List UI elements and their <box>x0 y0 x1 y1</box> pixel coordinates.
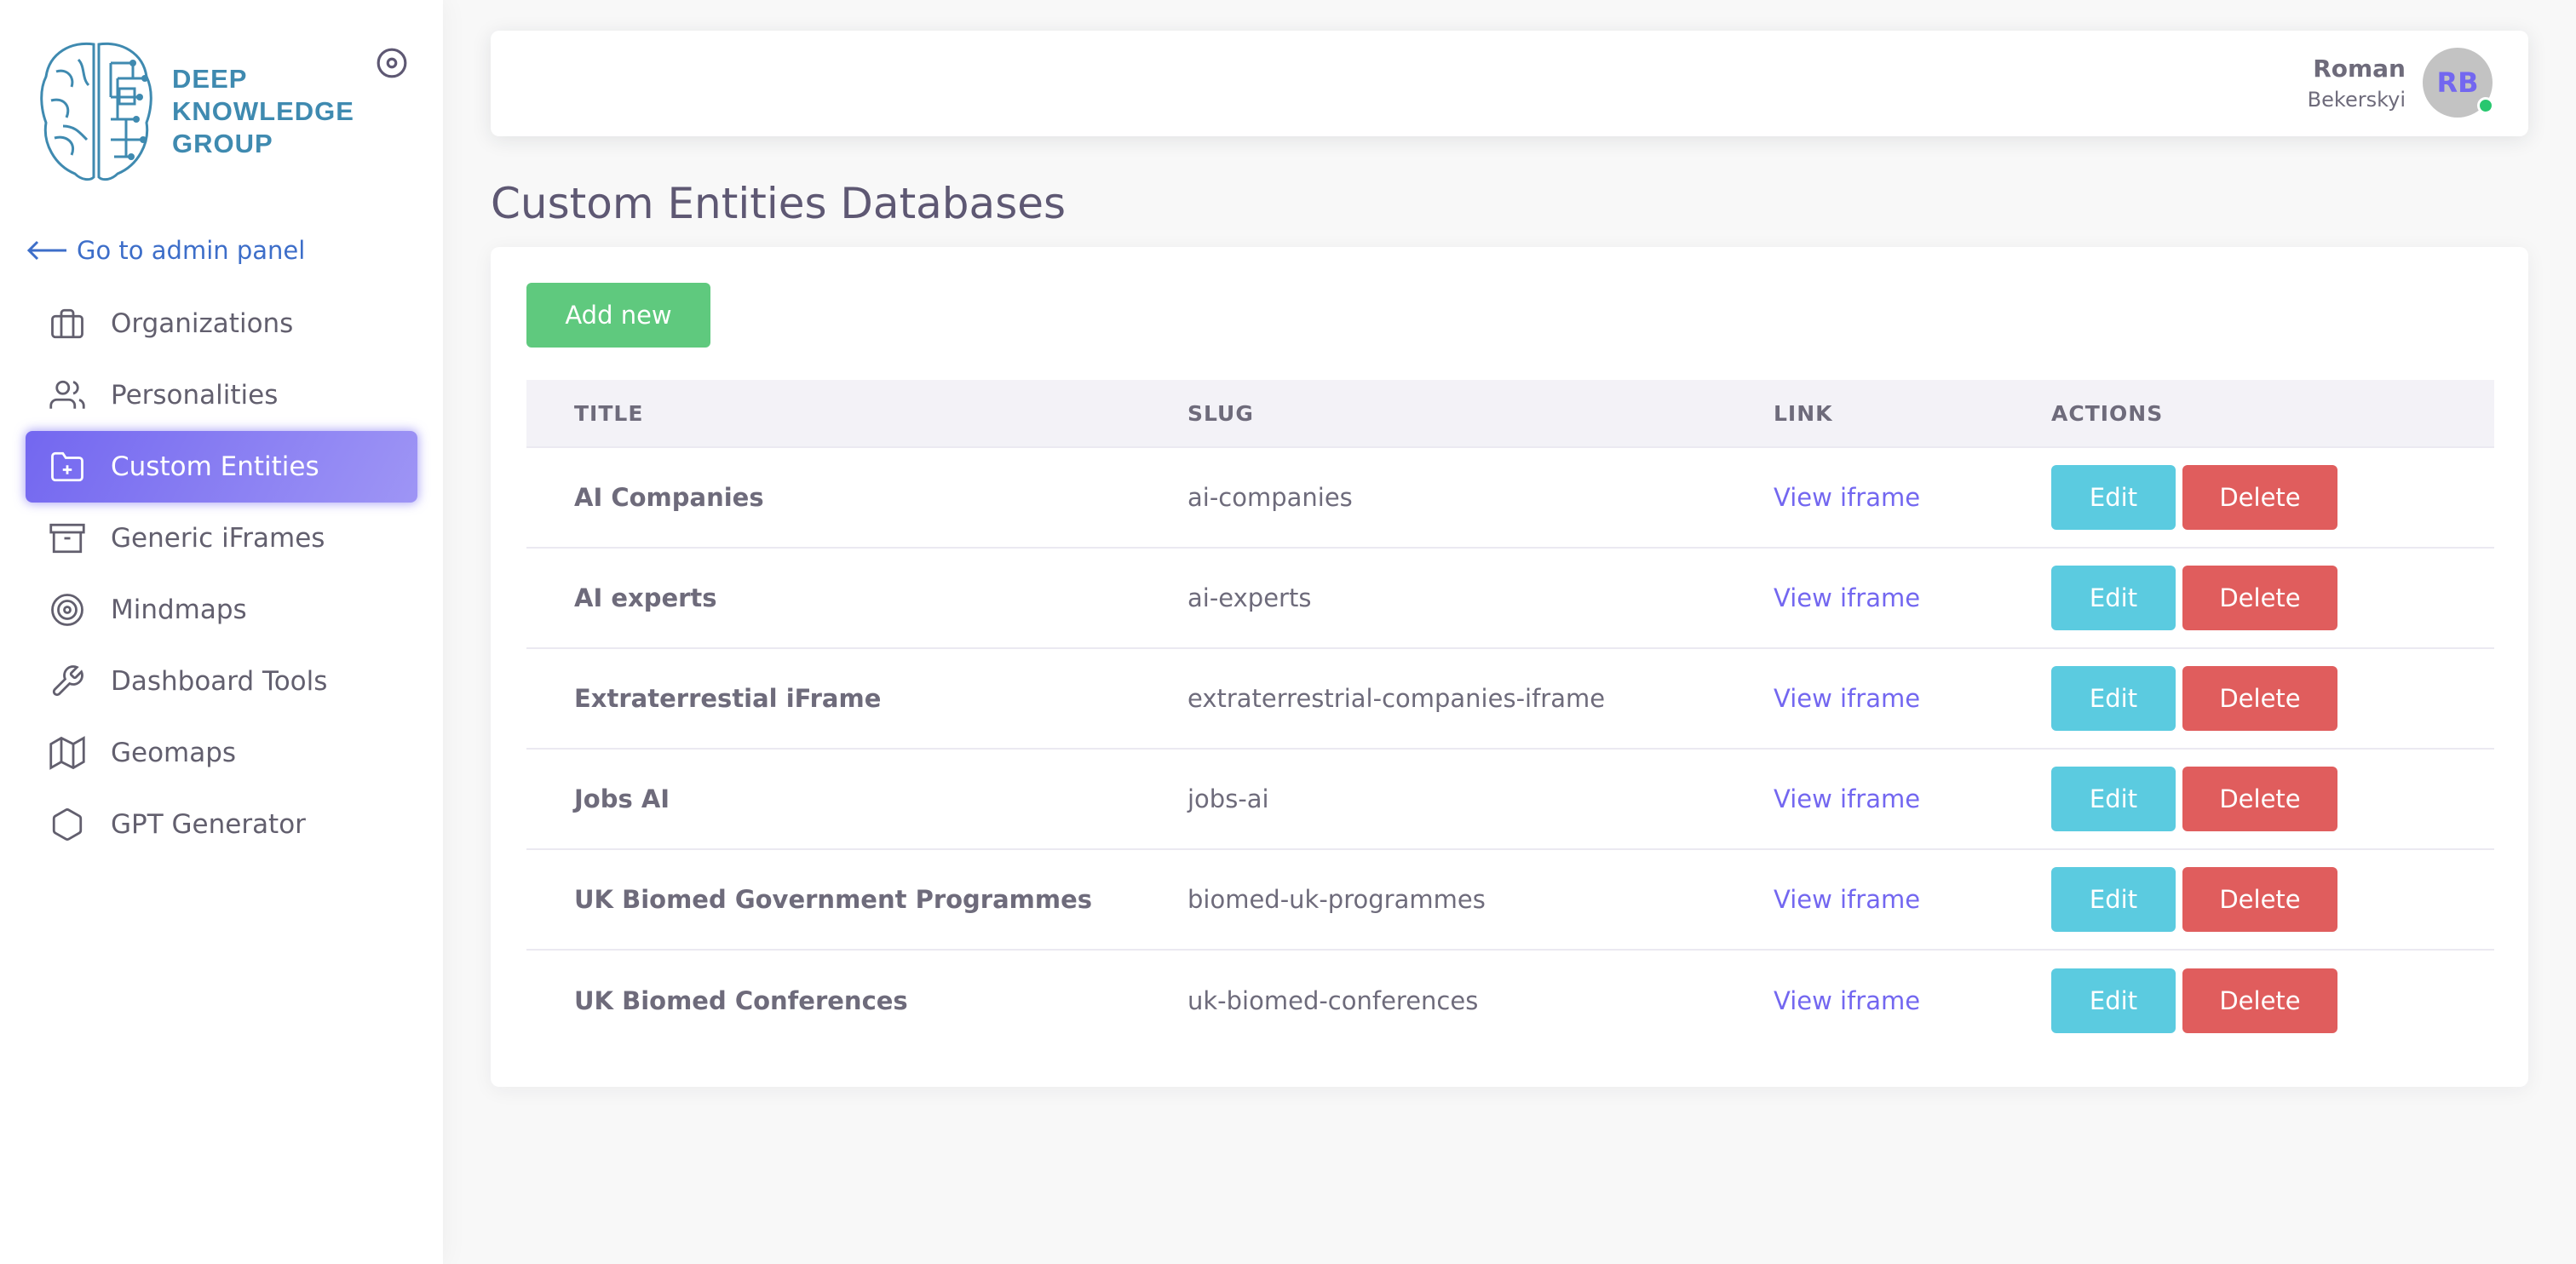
page-title: Custom Entities Databases <box>491 179 1067 228</box>
avatar-initials: RB <box>2436 66 2479 99</box>
delete-button[interactable]: Delete <box>2182 767 2337 831</box>
sidebar-item-personalities[interactable]: Personalities <box>26 359 417 431</box>
view-iframe-link[interactable]: View iframe <box>1774 583 1920 612</box>
delete-button[interactable]: Delete <box>2182 968 2337 1033</box>
edit-button[interactable]: Edit <box>2051 666 2176 731</box>
edit-button[interactable]: Edit <box>2051 867 2176 932</box>
row-slug: ai-experts <box>1187 583 1312 612</box>
arrow-left-icon <box>26 240 66 261</box>
sidebar-item-organizations[interactable]: Organizations <box>26 288 417 359</box>
users-icon <box>49 380 85 409</box>
table-row: Extraterrestial iFrame extraterrestrial-… <box>526 649 2494 750</box>
sidebar-item-label: Generic iFrames <box>111 523 325 554</box>
view-iframe-link[interactable]: View iframe <box>1774 885 1920 914</box>
avatar[interactable]: RB <box>2423 48 2494 118</box>
table-row: AI experts ai-experts View iframe Edit D… <box>526 549 2494 649</box>
brain-logo-icon <box>40 42 152 181</box>
sidebar-item-label: GPT Generator <box>111 809 306 840</box>
column-header-slug: SLUG <box>1187 400 1254 426</box>
hexagon-icon <box>52 808 83 841</box>
user-info[interactable]: Roman Bekerskyi <box>2308 53 2406 114</box>
go-to-admin-link[interactable]: Go to admin panel <box>26 232 305 269</box>
entities-table: TITLE SLUG LINK ACTIONS AI Companies ai-… <box>526 380 2494 1051</box>
admin-link-label: Go to admin panel <box>77 236 306 265</box>
target-icon <box>51 594 83 626</box>
table-row: Jobs AI jobs-ai View iframe Edit Delete <box>526 750 2494 850</box>
delete-button[interactable]: Delete <box>2182 867 2337 932</box>
brand-wordmark: DEEP KNOWLEDGE GROUP <box>172 63 354 160</box>
column-header-title: TITLE <box>574 400 644 426</box>
edit-button[interactable]: Edit <box>2051 465 2176 530</box>
table-row: AI Companies ai-companies View iframe Ed… <box>526 448 2494 549</box>
sidebar-item-label: Mindmaps <box>111 595 247 625</box>
sidebar-item-label: Custom Entities <box>111 451 319 482</box>
row-slug: jobs-ai <box>1187 784 1269 813</box>
sidebar-item-custom-entities[interactable]: Custom Entities <box>26 431 417 503</box>
sidebar-nav: Organizations Personalities Custom Entit… <box>26 288 417 860</box>
brand-logo[interactable]: DEEP KNOWLEDGE GROUP <box>37 37 361 187</box>
view-iframe-link[interactable]: View iframe <box>1774 784 1920 813</box>
sidebar-item-label: Personalities <box>111 380 279 411</box>
archive-icon <box>49 523 85 554</box>
row-title: UK Biomed Conferences <box>574 986 908 1015</box>
sidebar-item-label: Dashboard Tools <box>111 666 328 697</box>
table-header: TITLE SLUG LINK ACTIONS <box>526 380 2494 448</box>
online-status-dot <box>2477 97 2494 114</box>
tool-icon <box>52 665 83 697</box>
sidebar-item-gpt-generator[interactable]: GPT Generator <box>26 789 417 860</box>
table-row: UK Biomed Conferences uk-biomed-conferen… <box>526 951 2494 1051</box>
entities-card: Add new TITLE SLUG LINK ACTIONS AI Compa… <box>491 247 2528 1087</box>
add-new-button[interactable]: Add new <box>526 283 710 348</box>
brand-line: DEEP <box>172 64 248 94</box>
map-icon <box>49 736 85 770</box>
brand-line: GROUP <box>172 129 273 158</box>
brand-line: KNOWLEDGE <box>172 96 354 126</box>
user-name: Roman <box>2313 55 2406 83</box>
row-title: AI Companies <box>574 483 764 512</box>
sidebar-item-label: Geomaps <box>111 738 237 768</box>
user-subtitle: Bekerskyi <box>2307 88 2406 112</box>
sidebar-item-geomaps[interactable]: Geomaps <box>26 717 417 789</box>
edit-button[interactable]: Edit <box>2051 968 2176 1033</box>
row-slug: extraterrestrial-companies-iframe <box>1187 684 1606 713</box>
row-title: UK Biomed Government Programmes <box>574 885 1093 914</box>
folder-plus-icon <box>51 451 83 482</box>
sidebar-item-label: Organizations <box>111 308 294 339</box>
sidebar-item-generic-iframes[interactable]: Generic iFrames <box>26 503 417 574</box>
row-slug: uk-biomed-conferences <box>1187 986 1479 1015</box>
view-iframe-link[interactable]: View iframe <box>1774 483 1920 512</box>
top-navbar: Roman Bekerskyi RB <box>491 31 2528 136</box>
column-header-actions: ACTIONS <box>2051 400 2164 426</box>
row-title: Jobs AI <box>574 784 670 813</box>
sidebar-item-mindmaps[interactable]: Mindmaps <box>26 574 417 646</box>
sidebar: DEEP KNOWLEDGE GROUP Go to admin panel O… <box>0 0 443 1264</box>
column-header-link: LINK <box>1774 400 1833 426</box>
view-iframe-link[interactable]: View iframe <box>1774 684 1920 713</box>
row-slug: ai-companies <box>1187 483 1353 512</box>
view-iframe-link[interactable]: View iframe <box>1774 986 1920 1015</box>
row-slug: biomed-uk-programmes <box>1187 885 1486 914</box>
delete-button[interactable]: Delete <box>2182 465 2337 530</box>
briefcase-icon <box>51 308 83 339</box>
circle-dot-icon <box>377 48 407 78</box>
sidebar-collapse-toggle[interactable] <box>375 46 409 80</box>
row-title: Extraterrestial iFrame <box>574 684 882 713</box>
edit-button[interactable]: Edit <box>2051 566 2176 630</box>
table-row: UK Biomed Government Programmes biomed-u… <box>526 850 2494 951</box>
delete-button[interactable]: Delete <box>2182 666 2337 731</box>
delete-button[interactable]: Delete <box>2182 566 2337 630</box>
sidebar-item-dashboard-tools[interactable]: Dashboard Tools <box>26 646 417 717</box>
edit-button[interactable]: Edit <box>2051 767 2176 831</box>
row-title: AI experts <box>574 583 717 612</box>
